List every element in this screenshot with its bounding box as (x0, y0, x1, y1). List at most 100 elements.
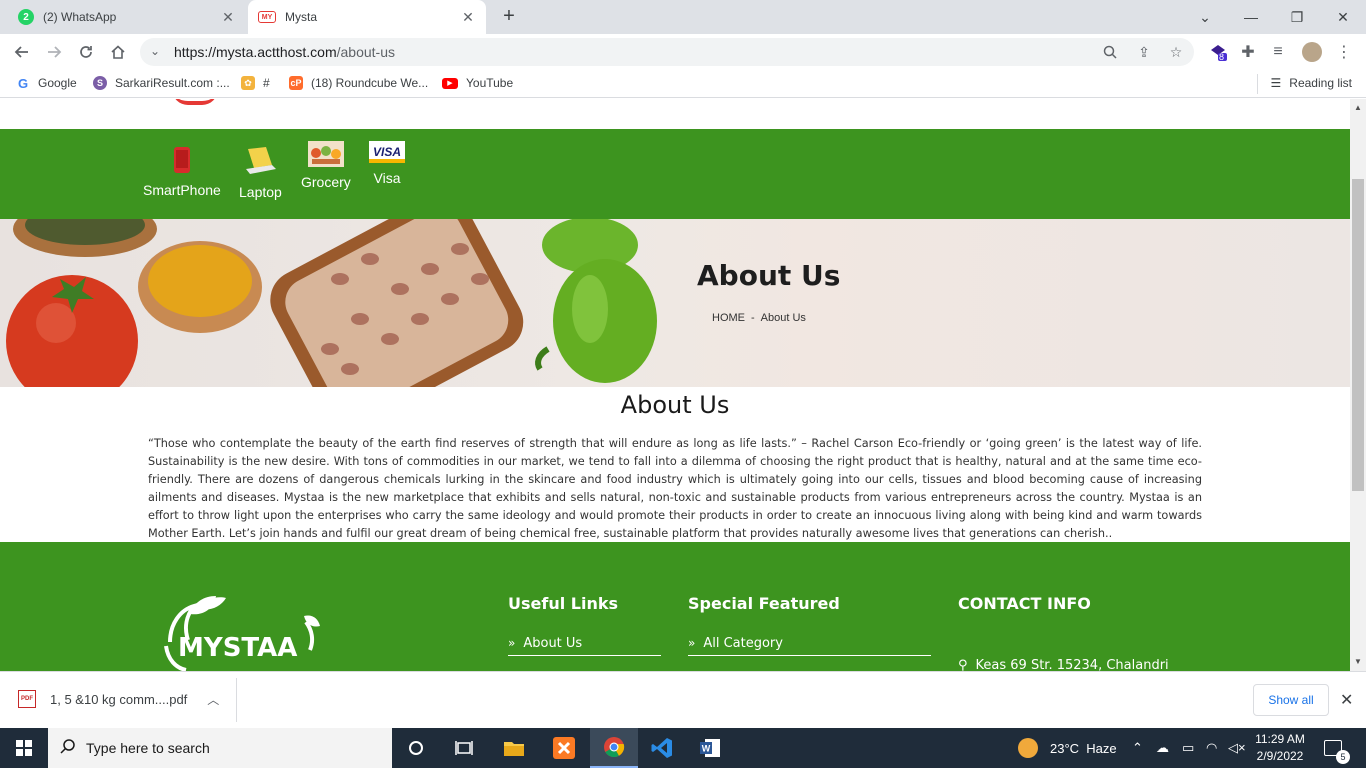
breadcrumb-home[interactable]: HOME (712, 312, 745, 324)
reading-list-button[interactable]: ☰ Reading list (1256, 74, 1352, 94)
bookmark-star-icon[interactable]: ☆ (1166, 42, 1186, 62)
taskbar-clock[interactable]: 11:29 AM 2/9/2022 (1252, 731, 1308, 765)
share-icon[interactable]: ⇪ (1134, 42, 1154, 62)
bookmark-label: (18) Roundcube We... (311, 76, 429, 90)
show-hidden-icons[interactable]: ⌃ (1132, 728, 1143, 768)
extension-icon[interactable]: 8 (1206, 40, 1230, 64)
bookmark-label: YouTube (466, 76, 514, 90)
reload-button[interactable] (74, 40, 98, 64)
extension-badge: 8 (1219, 52, 1225, 62)
plant-icon: ✿ (241, 76, 255, 90)
bookmark-label: Google (38, 76, 77, 90)
footer-link-about-us[interactable]: » About Us (508, 636, 661, 656)
tab-whatsapp[interactable]: 2 (2) WhatsApp ✕ (8, 0, 246, 34)
pdf-file-icon: PDF (18, 690, 36, 708)
mysta-favicon-icon: MY (258, 11, 276, 23)
media-control-icon[interactable]: ≡ (1266, 40, 1290, 64)
footer-logo[interactable]: MYSTAA (156, 594, 326, 671)
windows-taskbar: Type here to search W 23°C Haze ⌃ ☁ ▭ ◠ … (0, 728, 1366, 768)
browser-toolbar: ⌄ https://mysta.actthost.com/about-us ⇪ … (0, 34, 1366, 70)
banner-title: About Us (697, 259, 841, 292)
cortana-icon[interactable] (392, 728, 440, 768)
grocery-icon (307, 141, 344, 170)
footer-logo-text: MYSTAA (178, 633, 297, 663)
page-scrollbar[interactable]: ▲ ▼ (1350, 99, 1366, 671)
double-chevron-icon: » (688, 636, 696, 650)
footer-link-label: All Category (703, 636, 783, 651)
contact-info-title: CONTACT INFO (958, 594, 1091, 613)
weather-text: 23°C Haze (1050, 740, 1117, 756)
task-view-icon[interactable] (440, 728, 488, 768)
taskbar-search-input[interactable]: Type here to search (48, 728, 392, 768)
scroll-down-icon[interactable]: ▼ (1354, 657, 1362, 666)
whatsapp-icon: 2 (18, 9, 34, 25)
category-laptop[interactable]: Laptop (239, 145, 282, 200)
notification-center-icon[interactable]: 5 (1324, 728, 1350, 768)
category-visa[interactable]: VISA Visa (369, 141, 405, 186)
double-chevron-icon: » (508, 636, 516, 650)
category-label: SmartPhone (143, 182, 221, 198)
category-smartphone[interactable]: SmartPhone (143, 145, 221, 198)
category-grocery[interactable]: Grocery (301, 141, 351, 190)
profile-avatar[interactable] (1300, 40, 1324, 64)
new-tab-button[interactable]: + (498, 6, 520, 28)
restore-button[interactable]: ❐ (1274, 0, 1320, 34)
close-tab-icon[interactable]: ✕ (460, 9, 476, 26)
home-button[interactable] (106, 40, 130, 64)
special-featured-title: Special Featured (688, 594, 840, 613)
download-bar: PDF 1, 5 &10 kg comm....pdf ︿ Show all ✕ (0, 671, 1366, 728)
site-footer: MYSTAA Useful Links » About Us Special Fe… (0, 542, 1350, 671)
battery-icon[interactable]: ▭ (1182, 728, 1194, 768)
site-info-icon[interactable]: ⌄ (150, 44, 160, 58)
clock-date: 2/9/2022 (1256, 749, 1304, 763)
close-window-button[interactable]: ✕ (1320, 0, 1366, 34)
windows-start-button[interactable] (0, 728, 48, 768)
scroll-up-icon[interactable]: ▲ (1354, 103, 1362, 112)
word-icon[interactable]: W (686, 728, 734, 768)
youtube-icon: ▶ (442, 77, 458, 89)
chevron-up-icon[interactable]: ︿ (207, 691, 219, 708)
useful-links-title: Useful Links (508, 594, 619, 613)
wifi-icon[interactable]: ◠ (1206, 728, 1217, 768)
back-button[interactable] (10, 40, 34, 64)
onedrive-icon[interactable]: ☁ (1156, 728, 1169, 768)
vscode-icon[interactable] (638, 728, 686, 768)
url-text: https://mysta.actthost.com/about-us (174, 44, 395, 60)
minimize-button[interactable]: — (1228, 0, 1274, 34)
file-explorer-icon[interactable] (490, 728, 538, 768)
chrome-icon[interactable] (590, 728, 638, 768)
bookmarks-bar: G Google S SarkariResult.com :... ✿ # cP… (0, 70, 1366, 98)
bookmark-youtube[interactable]: ▶ YouTube (442, 76, 513, 90)
bookmark-hash[interactable]: ✿ # (241, 76, 270, 90)
download-item[interactable]: PDF 1, 5 &10 kg comm....pdf ︿ (18, 690, 219, 708)
tab-mysta[interactable]: MY Mysta ✕ (248, 0, 486, 34)
page-viewport: SmartPhone Laptop Grocery VISA Visa Abou… (0, 99, 1350, 671)
close-download-bar-icon[interactable]: ✕ (1340, 690, 1353, 710)
forward-button[interactable] (42, 40, 66, 64)
address-text: Keas 69 Str. 15234, Chalandri (975, 658, 1169, 671)
volume-icon[interactable]: ◁× (1228, 728, 1246, 768)
show-all-button[interactable]: Show all (1253, 684, 1329, 716)
zoom-icon[interactable] (1100, 42, 1120, 62)
search-placeholder: Type here to search (86, 740, 210, 756)
visa-icon: VISA (369, 141, 405, 166)
bookmark-google[interactable]: G Google (16, 76, 77, 91)
xampp-icon[interactable] (540, 728, 588, 768)
bookmark-sarkari[interactable]: S SarkariResult.com :... (93, 76, 230, 90)
breadcrumb-separator: - (751, 312, 755, 324)
extensions-puzzle-icon[interactable]: ✚ (1236, 40, 1260, 64)
divider (236, 678, 237, 722)
svg-text:W: W (702, 744, 711, 754)
close-tab-icon[interactable]: ✕ (220, 9, 236, 26)
tab-search-icon[interactable]: ⌄ (1182, 0, 1228, 34)
weather-widget[interactable]: 23°C Haze (1018, 728, 1117, 768)
menu-kebab-icon[interactable]: ⋮ (1332, 40, 1356, 64)
footer-link-all-category[interactable]: » All Category (688, 636, 931, 656)
scrollbar-thumb[interactable] (1352, 179, 1364, 491)
bookmark-roundcube[interactable]: cP (18) Roundcube We... (289, 76, 428, 90)
svg-text:VISA: VISA (373, 145, 401, 159)
about-body: “Those who contemplate the beauty of the… (148, 437, 1202, 540)
reading-list-label: Reading list (1289, 76, 1352, 90)
address-bar[interactable]: ⌄ https://mysta.actthost.com/about-us ⇪ … (140, 38, 1194, 66)
divider (1256, 74, 1258, 94)
